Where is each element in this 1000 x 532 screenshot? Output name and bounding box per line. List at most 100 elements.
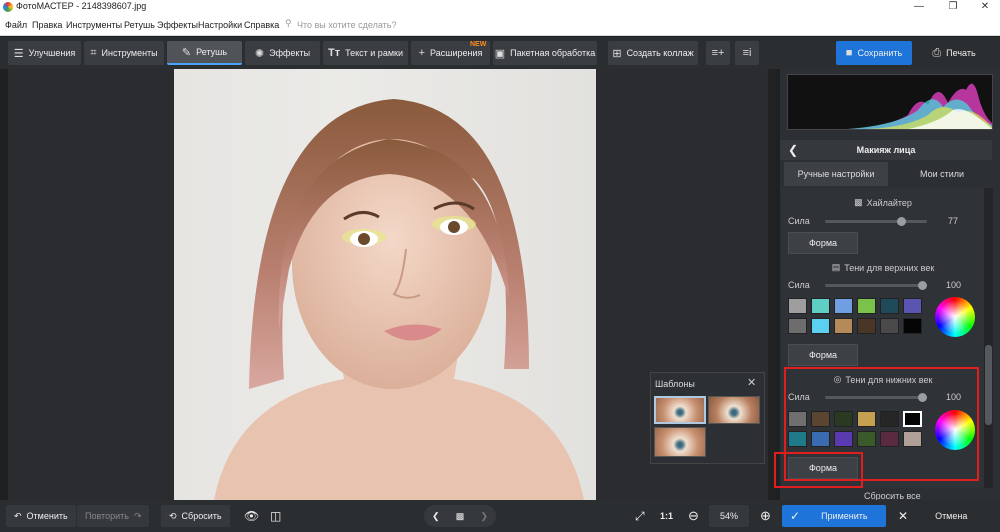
templates-popup: Шаблоны ✕ <box>650 372 765 464</box>
tab-retouch[interactable]: ✎ Ретушь <box>167 41 242 65</box>
title-bar: ФотоМАСТЕР - 2148398607.jpg — ❐ ✕ <box>0 0 1000 14</box>
tab-effects[interactable]: ✺ Эффекты <box>245 41 320 65</box>
zoom-in-icon[interactable]: ⊕ <box>752 505 779 527</box>
save-button[interactable]: ■ Сохранить <box>836 41 912 65</box>
photo[interactable] <box>174 69 596 500</box>
panel-scrollbar-thumb[interactable] <box>985 345 992 425</box>
reset-label: Сбросить <box>181 511 222 521</box>
compare-icon[interactable]: ◫ <box>262 505 289 527</box>
print-button[interactable]: ⎙ Печать <box>914 41 994 65</box>
batch-processing-button[interactable]: ▣ Пакетная обработка <box>493 41 597 65</box>
panel-scrollbar[interactable] <box>984 188 993 488</box>
floppy-icon: ■ <box>845 47 853 59</box>
tab-manual-settings[interactable]: Ручные настройки <box>784 162 888 186</box>
add-preset-button[interactable]: ≡+ <box>706 41 730 65</box>
upper-shadows-shape-button[interactable]: Форма <box>788 344 858 366</box>
maximize-icon[interactable]: ❐ <box>938 0 968 14</box>
histogram-graph <box>788 83 992 129</box>
zoom-out-icon[interactable]: ⊖ <box>680 505 707 527</box>
plus-icon: + <box>418 47 426 59</box>
sliders-icon: ☰ <box>13 47 24 60</box>
image-navigation: ❮ ▩ ❯ <box>424 505 496 527</box>
templates-title: Шаблоны <box>655 379 695 389</box>
menu-settings[interactable]: Настройки <box>198 20 242 30</box>
new-badge: NEW <box>470 41 487 48</box>
minimize-icon[interactable]: — <box>904 0 934 14</box>
tab-label: Расширения <box>430 48 483 58</box>
tab-label: Инструменты <box>101 48 158 58</box>
color-swatch[interactable] <box>880 318 899 334</box>
zoom-level[interactable]: 54% <box>709 505 749 527</box>
zoom-1to1-button[interactable]: 1:1 <box>652 505 681 527</box>
color-swatch[interactable] <box>880 298 899 314</box>
color-swatch[interactable] <box>903 318 922 334</box>
color-swatch[interactable] <box>834 298 853 314</box>
color-swatch[interactable] <box>788 318 807 334</box>
close-icon[interactable]: ✕ <box>747 376 756 389</box>
apply-button[interactable]: ✓ Применить <box>782 505 886 527</box>
sparkle-icon: ✺ <box>254 47 265 60</box>
close-icon: ✕ <box>898 509 909 523</box>
color-swatch[interactable] <box>834 318 853 334</box>
tab-label: Улучшения <box>28 48 76 58</box>
color-swatch[interactable] <box>788 298 807 314</box>
menu-retouch[interactable]: Ретушь <box>124 20 155 30</box>
highlighter-shape-button[interactable]: Форма <box>788 232 858 254</box>
tab-enhancements[interactable]: ☰ Улучшения <box>8 41 81 65</box>
create-collage-button[interactable]: ⊞ Создать коллаж <box>608 41 698 65</box>
tab-label: Текст и рамки <box>345 48 403 58</box>
highlighter-strength-value: 77 <box>948 216 959 226</box>
canvas-scrollbar[interactable] <box>768 69 776 500</box>
color-swatch[interactable] <box>857 318 876 334</box>
preset-info-icon: ≡i <box>742 47 752 59</box>
cancel-label: Отмена <box>935 511 968 521</box>
tab-tools[interactable]: ⌗ Инструменты <box>84 41 164 65</box>
highlighter-section-title: ▩ Хайлайтер <box>782 197 984 208</box>
menu-edit[interactable]: Правка <box>32 20 62 30</box>
bottle-icon: ▩ <box>854 197 863 207</box>
folder-icon[interactable]: ▩ <box>456 511 465 522</box>
window-title: ФотоМАСТЕР - 2148398607.jpg <box>16 1 147 11</box>
upper-shadows-slider[interactable] <box>825 284 927 287</box>
color-swatch[interactable] <box>811 298 830 314</box>
preset-info-button[interactable]: ≡i <box>735 41 759 65</box>
portrait-image <box>214 99 584 500</box>
color-swatch[interactable] <box>903 298 922 314</box>
redo-button[interactable]: Повторить ↷ <box>77 505 150 527</box>
panel-tabs: Ручные настройки Мои стили <box>784 162 994 186</box>
undo-icon: ↶ <box>14 510 22 521</box>
menu-tools[interactable]: Инструменты <box>66 20 122 30</box>
collage-label: Создать коллаж <box>626 48 694 58</box>
menu-bar: Файл Правка Инструменты Ретушь Эффекты Н… <box>0 14 1000 36</box>
color-wheel-icon[interactable] <box>935 297 975 337</box>
upper-shadows-slider-knob[interactable] <box>918 281 927 290</box>
template-thumbnail[interactable] <box>708 396 760 424</box>
highlighter-slider[interactable] <box>825 220 927 223</box>
color-swatch[interactable] <box>857 298 876 314</box>
template-thumbnail[interactable] <box>654 396 706 424</box>
menu-effects[interactable]: Эффекты <box>157 20 198 30</box>
batch-label: Пакетная обработка <box>510 48 596 58</box>
menu-file[interactable]: Файл <box>5 20 27 30</box>
tab-my-styles[interactable]: Мои стили <box>890 162 994 186</box>
reset-button[interactable]: ⟲ Сбросить <box>161 505 230 527</box>
redo-icon: ↷ <box>133 510 142 521</box>
search-input[interactable]: Что вы хотите сделать? <box>297 20 397 30</box>
cancel-button[interactable]: ✕ Отмена <box>890 505 994 527</box>
prev-image-icon[interactable]: ❮ <box>432 511 440 522</box>
text-icon: Tт <box>328 47 341 59</box>
undo-button[interactable]: ↶ Отменить <box>6 505 76 527</box>
tab-text-frames[interactable]: Tт Текст и рамки <box>323 41 408 65</box>
template-thumbnail[interactable] <box>654 427 706 457</box>
color-swatch[interactable] <box>811 318 830 334</box>
next-image-icon[interactable]: ❯ <box>480 511 488 522</box>
close-window-icon[interactable]: ✕ <box>970 0 1000 14</box>
print-label: Печать <box>946 48 976 58</box>
tab-label: Ретушь <box>196 47 228 57</box>
reset-icon: ⟲ <box>169 510 177 521</box>
fit-screen-icon[interactable]: ⤢ <box>627 505 653 527</box>
menu-help[interactable]: Справка <box>244 20 279 30</box>
save-label: Сохранить <box>857 48 903 58</box>
collage-icon: ⊞ <box>612 47 622 60</box>
highlighter-slider-knob[interactable] <box>897 217 906 226</box>
